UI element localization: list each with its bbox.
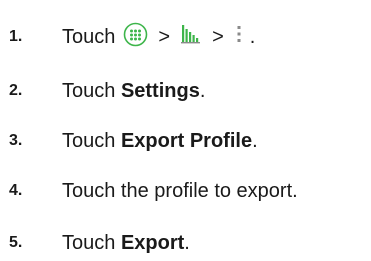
touch-word: Touch — [62, 25, 116, 48]
step-number: 2. — [9, 82, 23, 99]
step-suffix: . — [252, 129, 258, 152]
step-bold-term: Export — [120, 231, 185, 254]
step-text: Touch the profile to export. — [62, 180, 298, 203]
separator: > — [158, 25, 171, 48]
step-suffix: . — [199, 79, 206, 102]
step-number: 1. — [9, 28, 23, 45]
app-launcher-icon — [180, 23, 202, 51]
step-number: 3. — [9, 132, 23, 149]
separator: > — [212, 25, 224, 48]
step-prefix: Touch — [62, 129, 121, 152]
step-bold-term: Export Profile — [120, 129, 253, 152]
step-sentence: Touch the profile to export. — [62, 179, 298, 202]
step-text: Touch Settings . — [62, 80, 205, 103]
step-prefix: Touch — [62, 231, 121, 254]
step-text: Touch Export Profile . — [62, 130, 258, 153]
overflow-menu-icon — [234, 23, 244, 51]
step-bold-term: Settings — [120, 79, 200, 102]
step-prefix: Touch — [62, 79, 121, 102]
step-text: Touch Export . — [62, 232, 190, 255]
step-suffix: . — [184, 231, 190, 254]
apps-grid-icon — [123, 22, 148, 53]
step-number: 5. — [9, 234, 23, 251]
step-number: 4. — [9, 182, 23, 199]
period: . — [249, 25, 256, 48]
step-text: Touch > > . — [62, 22, 255, 53]
